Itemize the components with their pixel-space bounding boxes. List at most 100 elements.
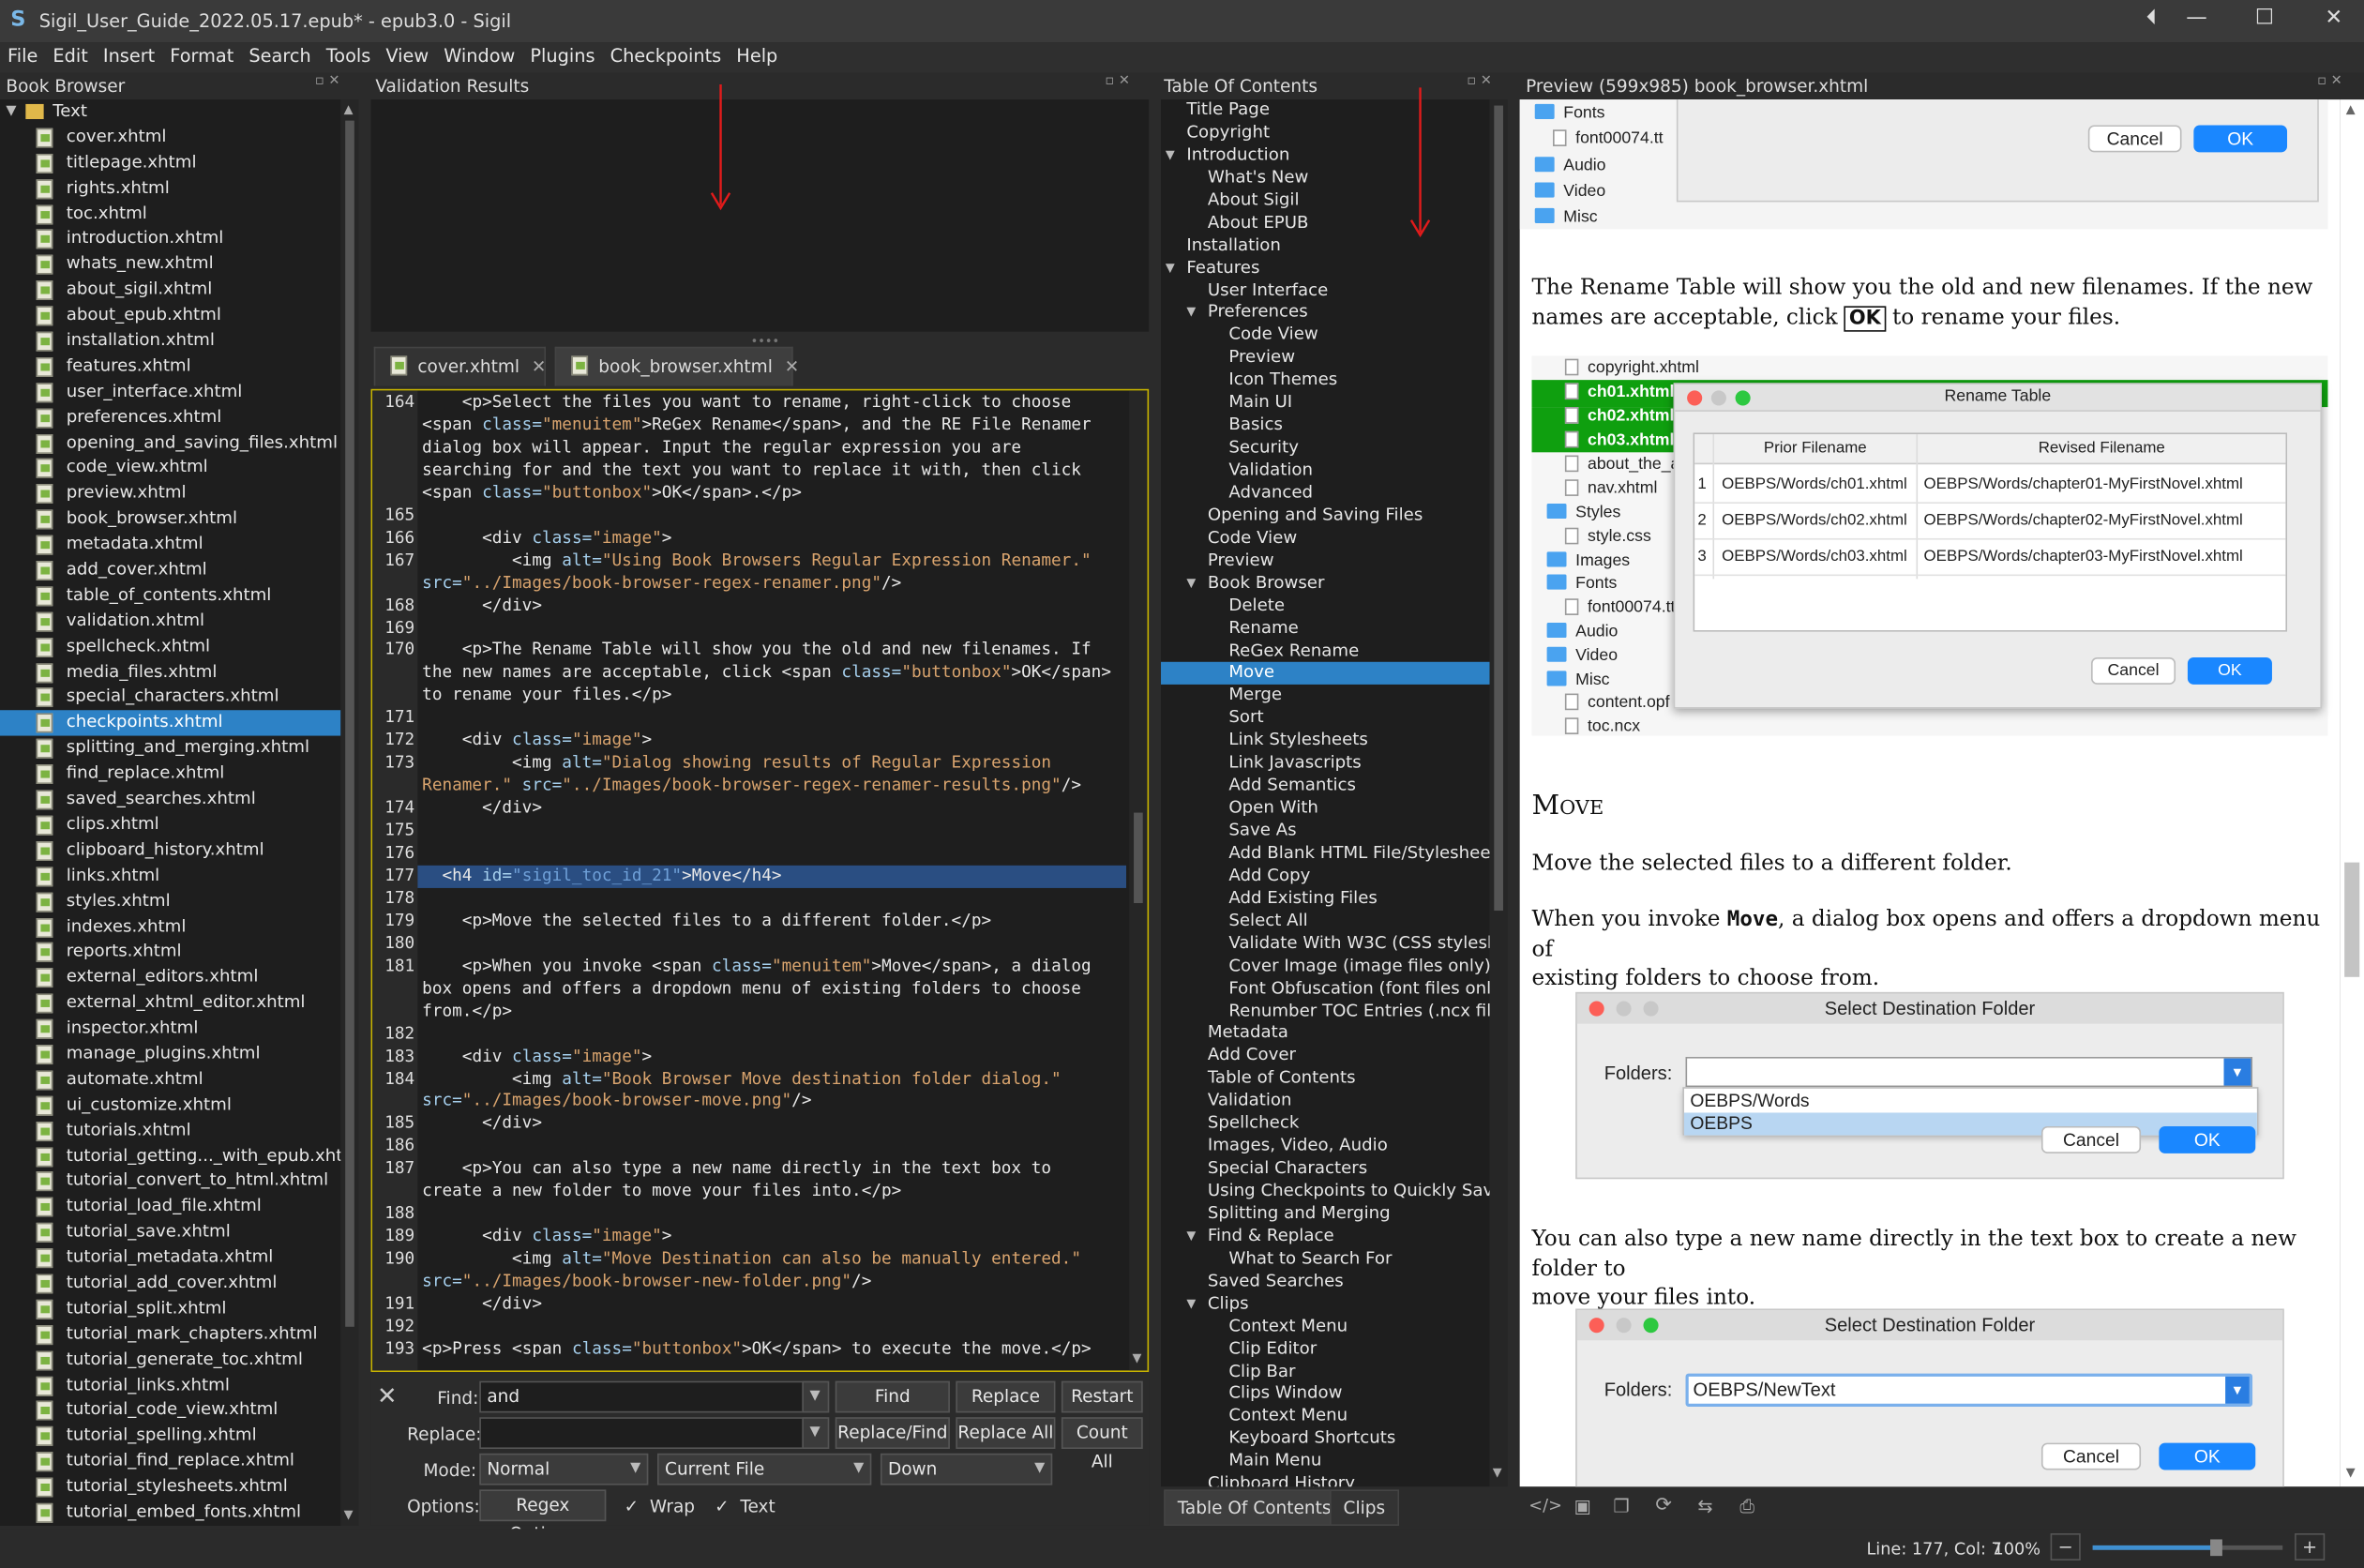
toc-item[interactable]: About EPUB	[1161, 212, 1490, 234]
code-line[interactable]: <img alt="Book Browser Move destination …	[422, 1068, 1062, 1088]
toc-item[interactable]: Save As	[1161, 821, 1490, 843]
scroll-down-icon[interactable]: ▼	[2346, 1466, 2356, 1479]
file-item[interactable]: validation.xhtml	[0, 609, 340, 634]
file-item[interactable]: about_sigil.xhtml	[0, 278, 340, 303]
file-item[interactable]: tutorial_getting..._with_epub.xhtml	[0, 1143, 340, 1168]
toc-item[interactable]: Link Javascripts	[1161, 753, 1490, 776]
chevron-down-icon[interactable]: ▼	[6, 99, 16, 125]
code-line[interactable]: src="../Images/book-browser-move.png"/>	[422, 1091, 811, 1110]
toc-item[interactable]: Security	[1161, 437, 1490, 460]
float-icon[interactable]: ▫ ✕	[315, 74, 340, 89]
code-line[interactable]: src="../Images/book-browser-regex-rename…	[422, 572, 901, 592]
code-line[interactable]: <div class="image">	[422, 1046, 652, 1065]
file-item[interactable]: about_epub.xhtml	[0, 303, 340, 328]
code-line[interactable]: searching for and the text you want to r…	[422, 460, 1081, 479]
replace-input[interactable]	[479, 1417, 827, 1449]
file-item[interactable]: tutorial_code_view.xhtml	[0, 1398, 340, 1424]
toc-item[interactable]: ▼ Book Browser	[1161, 572, 1490, 595]
book-browser-scrollbar[interactable]: ▲ ▼	[340, 99, 359, 1526]
close-button[interactable]: ✕	[2311, 6, 2356, 30]
file-item[interactable]: tutorial_convert_to_html.xhtml	[0, 1169, 340, 1195]
chevron-down-icon[interactable]: ▼	[1166, 257, 1175, 279]
toc-item[interactable]: Main UI	[1161, 392, 1490, 415]
file-item[interactable]: spellcheck.xhtml	[0, 634, 340, 659]
code-line[interactable]: to rename your files.</p>	[422, 685, 671, 704]
menu-format[interactable]: Format	[162, 42, 241, 67]
toc-item[interactable]: ▼ Preferences	[1161, 302, 1490, 324]
toc-item[interactable]: Sort	[1161, 708, 1490, 731]
toc-item[interactable]: Images, Video, Audio	[1161, 1136, 1490, 1158]
file-item[interactable]: introduction.xhtml	[0, 227, 340, 252]
print-icon[interactable]: ⎙	[1739, 1496, 1754, 1518]
code-line[interactable]: from.</p>	[422, 1001, 512, 1020]
code-line[interactable]: <img alt="Dialog showing results of Regu…	[422, 753, 1051, 773]
toc-item[interactable]: Add Semantics	[1161, 776, 1490, 798]
menu-file[interactable]: File	[0, 42, 45, 67]
folder-text[interactable]: ▼ Text	[0, 99, 340, 125]
inspect-icon[interactable]: ▣	[1574, 1496, 1591, 1517]
code-line[interactable]: </div>	[422, 1113, 542, 1133]
toc-item[interactable]: Add Existing Files	[1161, 888, 1490, 911]
toc-item[interactable]: Select All	[1161, 911, 1490, 933]
code-line[interactable]: the new names are acceptable, click <spa…	[422, 662, 1111, 682]
code-line[interactable]: <p>Select the files you want to rename, …	[422, 392, 1072, 412]
toc-item[interactable]: Using Checkpoints to Quickly Save/...	[1161, 1181, 1490, 1203]
code-line[interactable]: src="../Images/book-browser-new-folder.p…	[422, 1271, 871, 1290]
file-item[interactable]: tutorials.xhtml	[0, 1118, 340, 1143]
zoom-slider[interactable]	[2092, 1539, 2283, 1557]
zoom-slider-handle[interactable]	[2209, 1539, 2222, 1557]
file-item[interactable]: find_replace.xhtml	[0, 761, 340, 787]
toc-item[interactable]: Code View	[1161, 527, 1490, 550]
file-item[interactable]: links.xhtml	[0, 864, 340, 889]
replace-button[interactable]: Replace	[956, 1380, 1056, 1413]
toc-item[interactable]: Clips Window	[1161, 1383, 1490, 1406]
toc-item[interactable]: Main Menu	[1161, 1451, 1490, 1473]
tab-book-browser[interactable]: book_browser.xhtml ✕	[554, 346, 799, 386]
close-tab-icon[interactable]: ✕	[532, 355, 547, 377]
toc-item[interactable]: ReGex Rename	[1161, 640, 1490, 662]
toc-item[interactable]: Title Page	[1161, 99, 1490, 122]
chevron-down-icon[interactable]: ▼	[1166, 144, 1175, 167]
code-line[interactable]: </div>	[422, 798, 542, 818]
scroll-up-icon[interactable]: ▲	[2346, 102, 2356, 115]
file-item[interactable]: styles.xhtml	[0, 889, 340, 914]
file-item[interactable]: book_browser.xhtml	[0, 507, 340, 533]
file-item[interactable]: installation.xhtml	[0, 329, 340, 354]
toc-item[interactable]: Keyboard Shortcuts	[1161, 1428, 1490, 1451]
menu-plugins[interactable]: Plugins	[522, 42, 602, 67]
code-line[interactable]: <span class="buttonbox">OK</span>.</p>	[422, 482, 802, 502]
scroll-down-icon[interactable]: ▼	[344, 1508, 354, 1521]
toc-item[interactable]: Validation	[1161, 460, 1490, 482]
replace-history-dropdown[interactable]: ▼	[802, 1417, 830, 1449]
toc-item[interactable]: ▼ Clips	[1161, 1293, 1490, 1316]
toc-item[interactable]: Spellcheck	[1161, 1113, 1490, 1136]
zoom-in-button[interactable]: +	[2295, 1533, 2326, 1560]
zoom-out-button[interactable]: −	[2050, 1533, 2081, 1560]
file-item[interactable]: tutorial_find_replace.xhtml	[0, 1449, 340, 1474]
file-item[interactable]: automate.xhtml	[0, 1067, 340, 1093]
toc-item[interactable]: Context Menu	[1161, 1406, 1490, 1428]
toc-item[interactable]: Metadata	[1161, 1023, 1490, 1046]
tab-toc[interactable]: Table Of Contents	[1164, 1489, 1345, 1526]
file-item[interactable]: preferences.xhtml	[0, 405, 340, 430]
file-item[interactable]: add_cover.xhtml	[0, 558, 340, 583]
replace-all-button[interactable]: Replace All	[956, 1417, 1056, 1449]
file-item[interactable]: tutorial_mark_chapters.xhtml	[0, 1322, 340, 1348]
file-item[interactable]: tutorial_generate_toc.xhtml	[0, 1348, 340, 1373]
find-button[interactable]: Find	[835, 1380, 950, 1413]
scroll-thumb[interactable]	[1494, 105, 1503, 912]
menu-view[interactable]: View	[378, 42, 436, 67]
file-item[interactable]: indexes.xhtml	[0, 914, 340, 940]
float-icon[interactable]: ▫ ✕	[2317, 74, 2342, 89]
code-line[interactable]: <p>Move the selected files to a differen…	[422, 911, 991, 930]
float-icon[interactable]: ▫ ✕	[1467, 74, 1492, 89]
toc-item[interactable]: Move	[1161, 662, 1490, 686]
toc-item[interactable]: Installation	[1161, 234, 1490, 257]
toc-item[interactable]: Validate With W3C (CSS styleshe...	[1161, 933, 1489, 956]
code-line[interactable]: <p>When you invoke <span class="menuitem…	[422, 956, 1092, 975]
sync-icon[interactable]: ⇆	[1697, 1496, 1712, 1517]
chevron-down-icon[interactable]: ▼	[1186, 1293, 1196, 1316]
file-item[interactable]: opening_and_saving_files.xhtml	[0, 430, 340, 456]
direction-select[interactable]: Down ▼	[880, 1453, 1053, 1485]
toc-item[interactable]: Delete	[1161, 595, 1490, 617]
